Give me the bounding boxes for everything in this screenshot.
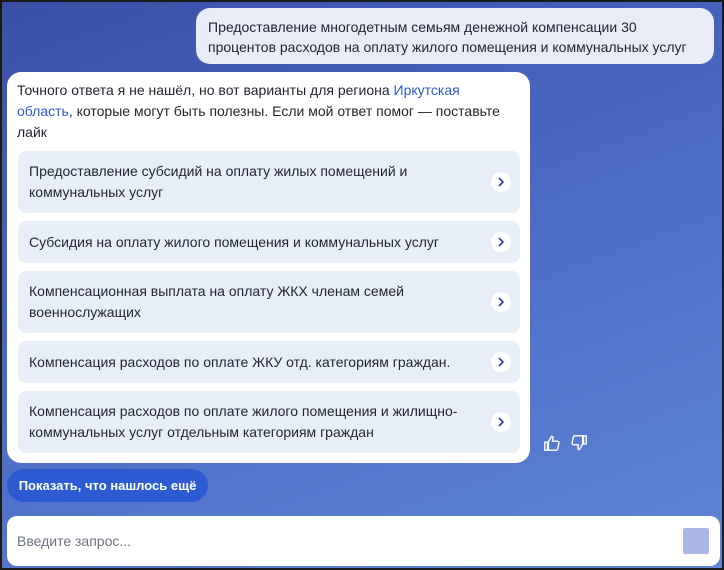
chevron-right-icon: [491, 292, 511, 312]
thumbs-up-icon: [544, 435, 560, 451]
user-message-bubble: Предоставление многодетным семьям денежн…: [196, 8, 714, 64]
show-more-label: Показать, что нашлось ещё: [18, 478, 197, 493]
like-button[interactable]: [541, 432, 563, 454]
chevron-right-icon: [491, 352, 511, 372]
user-message-text: Предоставление многодетным семьям денежн…: [208, 19, 687, 55]
query-input[interactable]: [17, 526, 657, 556]
option-label: Предоставление субсидий на оплату жилых …: [29, 163, 408, 200]
option-item-2[interactable]: Субсидия на оплату жилого помещения и ко…: [18, 221, 520, 263]
option-item-3[interactable]: Компенсационная выплата на оплату ЖКХ чл…: [18, 271, 520, 333]
chevron-right-icon: [491, 172, 511, 192]
option-label: Субсидия на оплату жилого помещения и ко…: [29, 233, 439, 250]
option-label: Компенсация расходов по оплате ЖКУ отд. …: [29, 353, 451, 370]
dislike-button[interactable]: [568, 432, 590, 454]
show-more-button[interactable]: Показать, что нашлось ещё: [7, 469, 208, 502]
bot-message-text: Точного ответа я не нашёл, но вот вариан…: [17, 80, 512, 143]
thumbs-down-icon: [571, 435, 587, 451]
chat-window: Предоставление многодетным семьям денежн…: [0, 0, 724, 570]
option-item-5[interactable]: Компенсация расходов по оплате жилого по…: [18, 391, 520, 453]
option-label: Компенсационная выплата на оплату ЖКХ чл…: [29, 283, 404, 320]
bot-message-intro: Точного ответа я не нашёл, но вот вариан…: [17, 82, 394, 98]
chevron-right-icon: [491, 412, 511, 432]
send-button[interactable]: [683, 528, 709, 554]
bot-message-outro: , которые могут быть полезны. Если мой о…: [17, 103, 500, 140]
bot-message-bubble: Точного ответа я не нашёл, но вот вариан…: [7, 72, 530, 463]
option-label: Компенсация расходов по оплате жилого по…: [29, 403, 458, 440]
option-item-1[interactable]: Предоставление субсидий на оплату жилых …: [18, 151, 520, 213]
chevron-right-icon: [491, 232, 511, 252]
option-item-4[interactable]: Компенсация расходов по оплате ЖКУ отд. …: [18, 341, 520, 383]
input-bar: [7, 516, 720, 566]
